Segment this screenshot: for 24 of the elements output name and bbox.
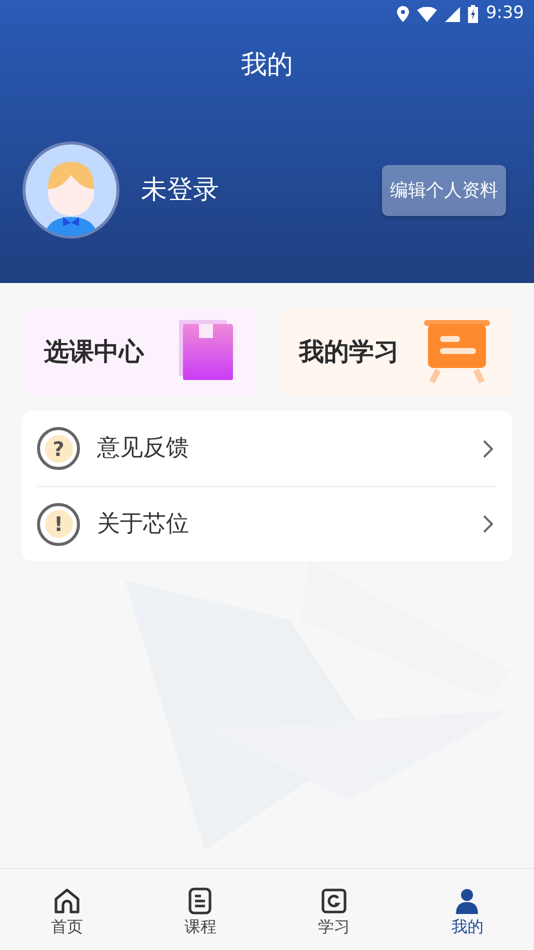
document-icon [186, 887, 214, 915]
status-time: 9:39 [486, 2, 524, 26]
wifi-icon [416, 6, 437, 22]
shortcut-card[interactable]: 选课中心 [24, 308, 255, 396]
circle-mark-icon: ? [37, 427, 80, 470]
board-icon [424, 320, 490, 384]
page-title: 我的 [240, 49, 294, 82]
edit-profile-button[interactable]: 编辑个人资料 [382, 164, 506, 216]
shortcut-card[interactable]: 我的学习 [279, 308, 510, 396]
square-icon [320, 887, 348, 915]
home-icon [52, 887, 81, 915]
menu-item[interactable]: ? 意见反馈 [37, 411, 497, 486]
signal-icon [444, 6, 460, 22]
chevron-right-icon [483, 515, 493, 533]
circle-mark-icon: ! [37, 502, 80, 546]
battery-icon [468, 5, 478, 23]
tab[interactable]: 我的 [400, 869, 534, 950]
tab[interactable]: 课程 [134, 869, 267, 950]
chevron-right-icon [483, 440, 493, 458]
tab[interactable]: 首页 [0, 869, 134, 950]
location-icon [396, 6, 409, 22]
menu-item[interactable]: ! 关于芯位 [37, 486, 497, 561]
user-name: 未登录 [141, 174, 219, 206]
tab[interactable]: 学习 [267, 869, 400, 950]
